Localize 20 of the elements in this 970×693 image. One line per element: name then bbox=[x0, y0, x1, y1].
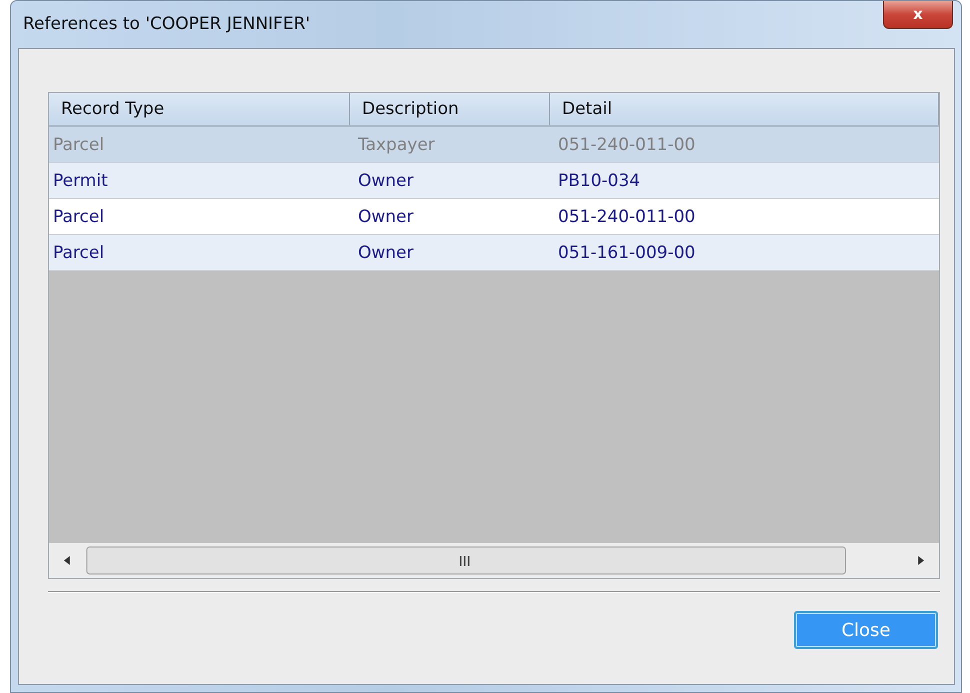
table-row[interactable]: Parcel Owner 051-161-009-00 bbox=[49, 235, 939, 271]
column-header[interactable]: Description bbox=[350, 93, 550, 125]
table-cell-text: Parcel bbox=[52, 242, 106, 265]
table-cell-text: Owner bbox=[357, 170, 415, 193]
window-close-button[interactable]: x bbox=[883, 1, 953, 29]
table-cell-text: PB10-034 bbox=[557, 170, 642, 193]
table-cell-text: 051-161-009-00 bbox=[557, 242, 696, 265]
table-cell-text: Permit bbox=[52, 170, 109, 193]
table-row[interactable]: Permit Owner PB10-034 bbox=[49, 163, 939, 199]
table-cell-text: 051-240-011-00 bbox=[557, 134, 696, 157]
table-row[interactable]: Parcel Owner 051-240-011-00 bbox=[49, 199, 939, 235]
table-cell-text: Parcel bbox=[52, 206, 106, 229]
table-cell-text: 051-240-011-00 bbox=[557, 206, 696, 229]
table-cell-text: Parcel bbox=[52, 134, 106, 157]
column-header[interactable]: Record Type bbox=[49, 93, 350, 125]
table-cell-text: Taxpayer bbox=[357, 134, 436, 157]
column-header[interactable]: Detail bbox=[550, 93, 939, 125]
table-cell-text: Owner bbox=[357, 242, 415, 265]
table-cell-text: Owner bbox=[357, 206, 415, 229]
window-title: References to 'COOPER JENNIFER' bbox=[23, 12, 310, 36]
